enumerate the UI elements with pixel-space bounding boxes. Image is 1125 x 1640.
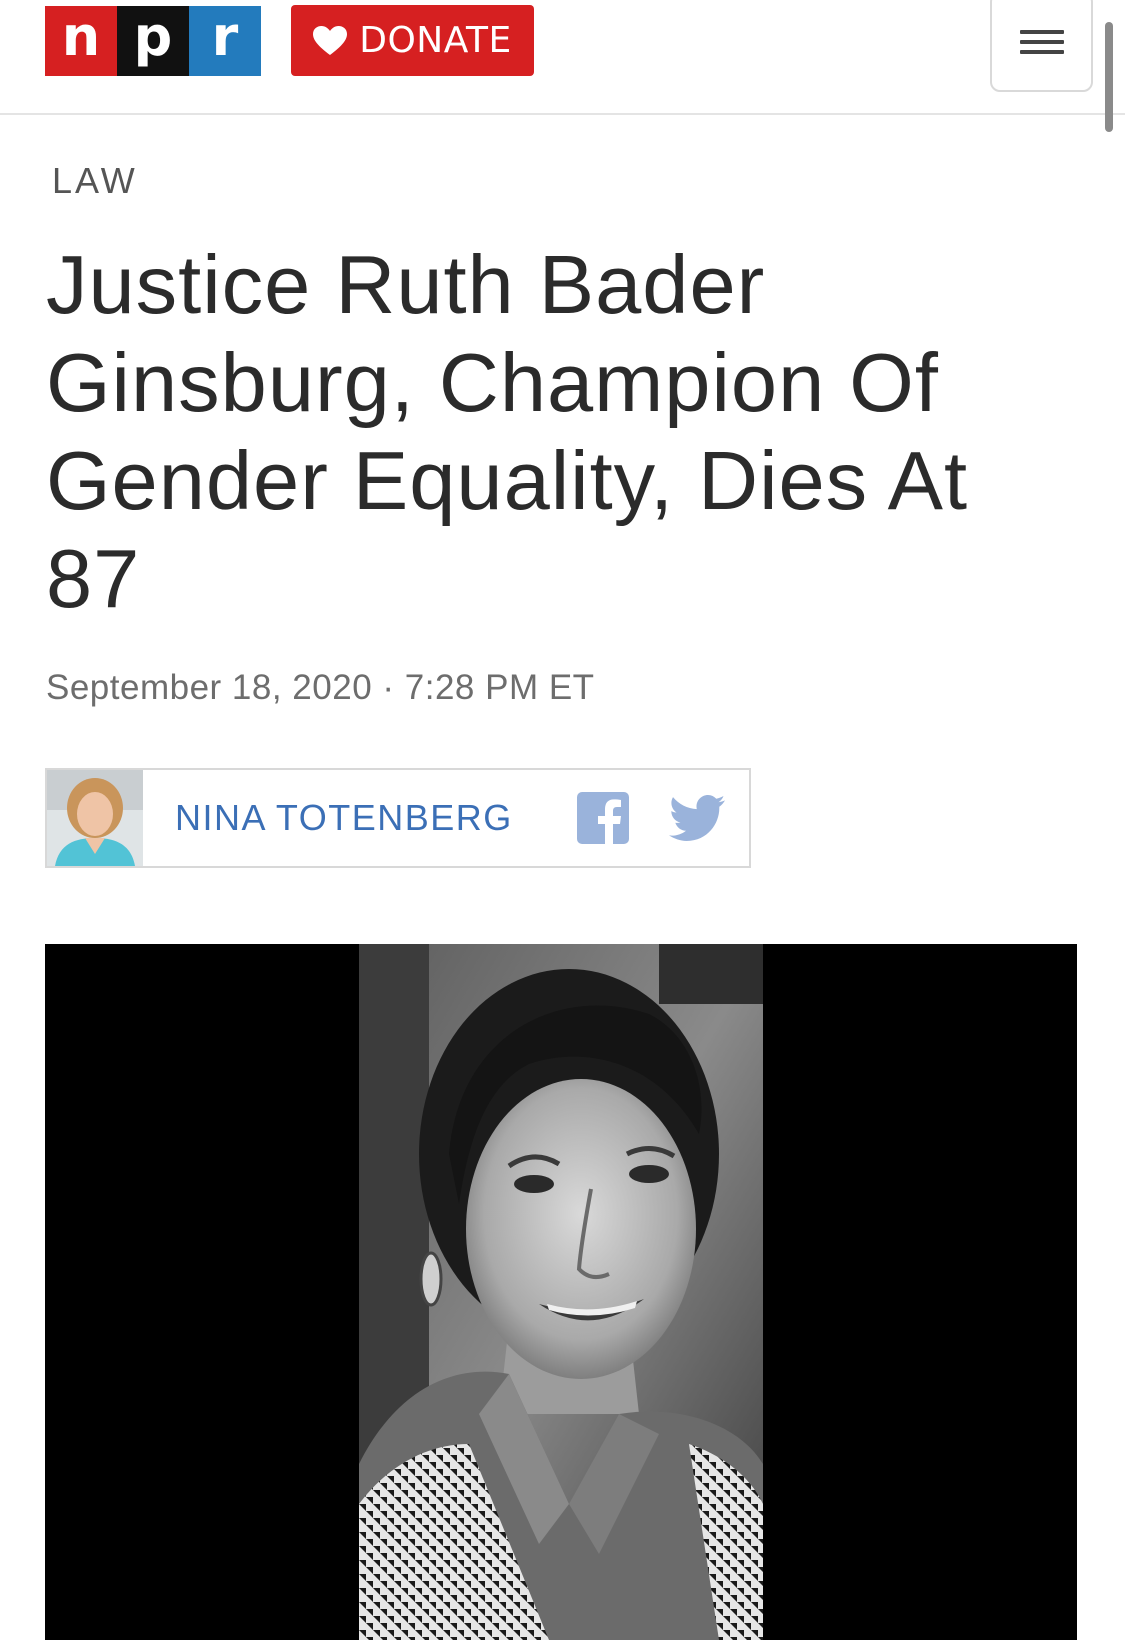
section-label[interactable]: LAW [52, 160, 138, 202]
author-name-link[interactable]: NINA TOTENBERG [175, 797, 577, 839]
portrait-photo [359, 944, 763, 1640]
npr-logo[interactable]: n p r [45, 6, 261, 76]
author-avatar[interactable] [47, 770, 143, 866]
share-buttons [577, 792, 725, 844]
logo-letter-n: n [45, 6, 117, 76]
lead-image[interactable] [45, 944, 1077, 1640]
facebook-icon[interactable] [577, 792, 629, 844]
heart-icon [313, 25, 348, 55]
article-headline: Justice Ruth Bader Ginsburg, Champion Of… [46, 238, 969, 625]
logo-letter-p: p [117, 6, 189, 76]
author-byline: NINA TOTENBERG [45, 768, 751, 868]
article-dateline: September 18, 2020 · 7:28 PM ET [46, 668, 595, 707]
hamburger-icon [1019, 27, 1064, 57]
site-header: n p r DONATE [0, 0, 1125, 115]
author-photo [47, 770, 143, 866]
twitter-icon[interactable] [669, 795, 725, 841]
scrollbar[interactable] [1105, 22, 1113, 132]
menu-button[interactable] [990, 0, 1093, 92]
donate-button[interactable]: DONATE [291, 5, 534, 76]
logo-letter-r: r [189, 6, 261, 76]
donate-label: DONATE [359, 20, 512, 61]
